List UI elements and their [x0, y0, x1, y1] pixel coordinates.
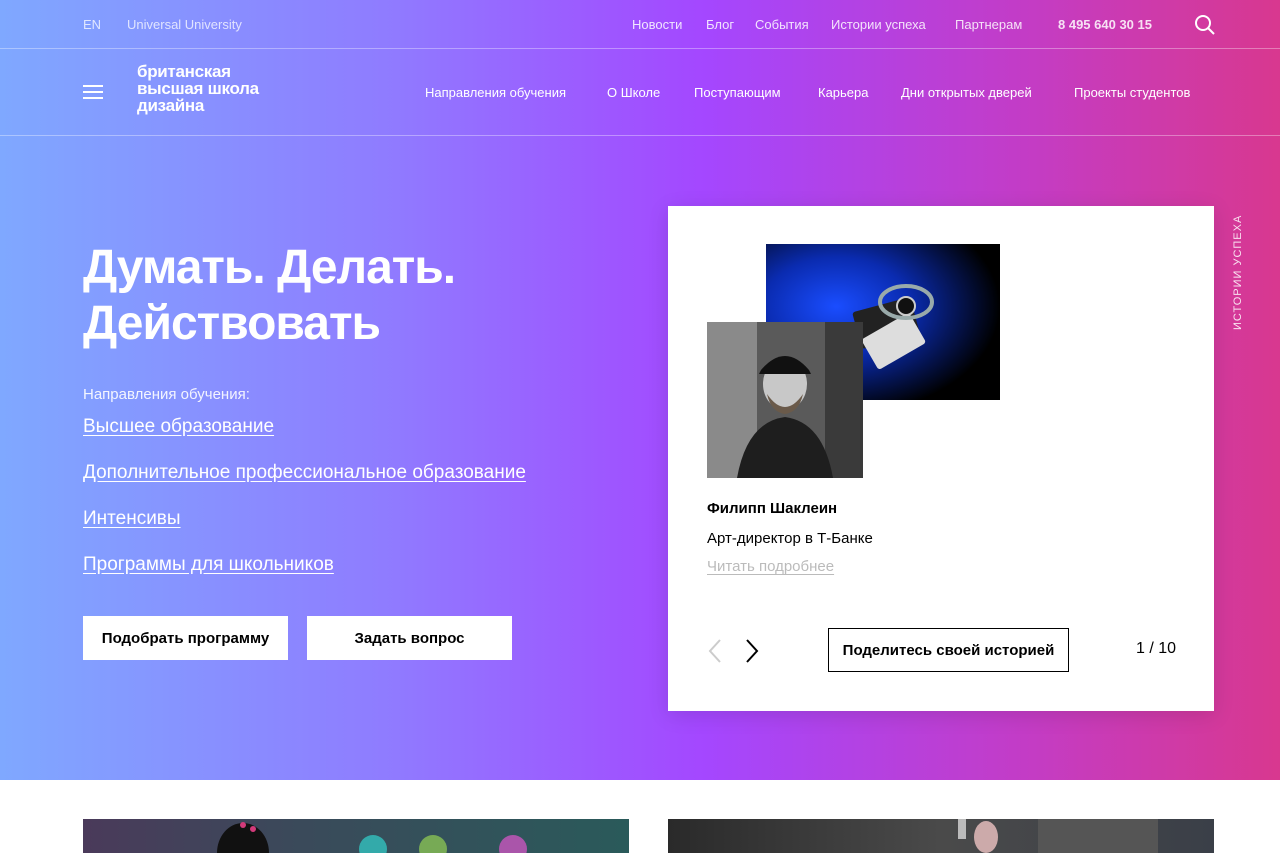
hamburger-menu-icon[interactable] [83, 85, 103, 100]
logo-line-1: британская [137, 62, 231, 81]
nav-link-career[interactable]: Карьера [818, 85, 869, 100]
top-link-partners[interactable]: Партнерам [955, 17, 1022, 32]
share-story-button[interactable]: Поделитесь своей историей [828, 628, 1069, 672]
nav-link-open-days[interactable]: Дни открытых дверей [901, 85, 1032, 100]
person-name: Филипп Шаклеин [707, 500, 838, 517]
top-bar: EN Universal University Новости Блог Соб… [0, 0, 1280, 49]
success-story-card: Филипп Шаклеин Арт-директор в Т-Банке Чи… [668, 206, 1214, 711]
program-card-thumbnail-2[interactable] [668, 819, 1214, 853]
direction-link-school-programs[interactable]: Программы для школьников [83, 554, 334, 576]
universal-university-link[interactable]: Universal University [127, 17, 242, 32]
top-link-events[interactable]: События [755, 17, 809, 32]
nav-link-directions[interactable]: Направления обучения [425, 85, 566, 100]
chevron-left-icon[interactable] [706, 638, 724, 664]
logo-line-3: дизайна [137, 96, 204, 115]
program-card-thumbnail-1[interactable] [83, 819, 629, 853]
top-link-success-stories[interactable]: Истории успеха [831, 17, 926, 32]
logo[interactable]: британская высшая школа дизайна [137, 63, 259, 114]
read-more-link[interactable]: Читать подробнее [707, 558, 834, 575]
ask-question-button[interactable]: Задать вопрос [307, 616, 512, 660]
direction-link-intensives[interactable]: Интенсивы [83, 508, 181, 530]
hero-section: EN Universal University Новости Блог Соб… [0, 0, 1280, 780]
page-title: Думать. Делать. Действовать [83, 240, 456, 352]
success-stories-side-label[interactable]: ИСТОРИИ УСПЕХА [1232, 215, 1244, 330]
nav-link-about[interactable]: О Школе [607, 85, 660, 100]
logo-line-2: высшая школа [137, 79, 259, 98]
slide-counter: 1 / 10 [1136, 640, 1177, 657]
chevron-right-icon[interactable] [743, 638, 761, 664]
nav-link-student-projects[interactable]: Проекты студентов [1074, 85, 1190, 100]
top-link-blog[interactable]: Блог [706, 17, 734, 32]
phone-number[interactable]: 8 495 640 30 15 [1058, 17, 1152, 32]
nav-link-applicants[interactable]: Поступающим [694, 85, 781, 100]
top-link-news[interactable]: Новости [632, 17, 682, 32]
person-photo [707, 322, 863, 478]
pick-program-button[interactable]: Подобрать программу [83, 616, 288, 660]
person-role: Арт-директор в Т-Банке [707, 530, 873, 547]
headline-line-1: Думать. Делать. [83, 241, 456, 294]
language-switch[interactable]: EN [83, 17, 101, 32]
direction-link-professional-education[interactable]: Дополнительное профессиональное образова… [83, 462, 526, 484]
main-nav: британская высшая школа дизайна Направле… [0, 49, 1280, 136]
search-icon[interactable] [1194, 14, 1216, 36]
directions-label: Направления обучения: [83, 386, 250, 403]
direction-link-higher-education[interactable]: Высшее образование [83, 416, 274, 438]
headline-line-2: Действовать [83, 297, 381, 350]
